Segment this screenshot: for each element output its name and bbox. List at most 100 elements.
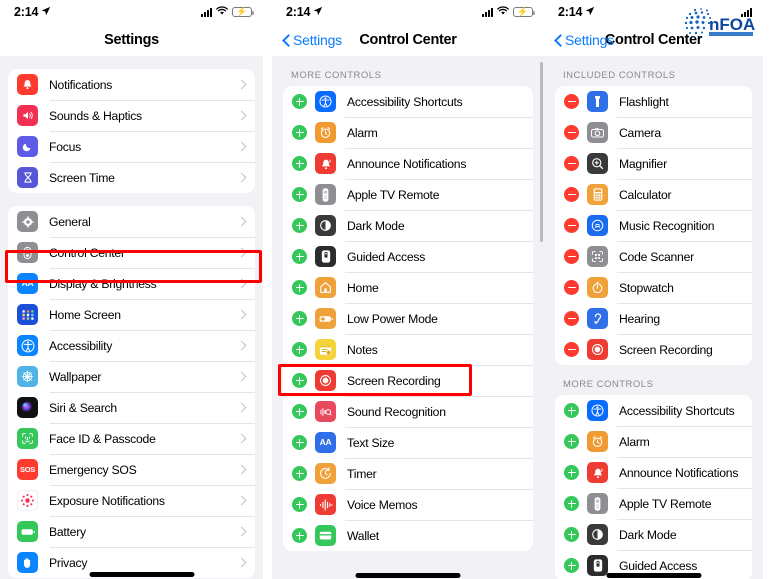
remove-control-button[interactable] bbox=[564, 156, 579, 171]
cc-row-screen-recording[interactable]: Screen Recording bbox=[283, 365, 533, 396]
add-control-button[interactable] bbox=[292, 187, 307, 202]
cc-row-music-recognition[interactable]: Music Recognition bbox=[555, 210, 752, 241]
settings-row-focus[interactable]: Focus bbox=[8, 131, 255, 162]
settings-row-general[interactable]: General bbox=[8, 206, 255, 237]
settings-row-siri-search[interactable]: Siri & Search bbox=[8, 392, 255, 423]
back-button-label: Settings bbox=[565, 32, 614, 48]
location-arrow-icon bbox=[41, 3, 51, 21]
remove-control-button[interactable] bbox=[564, 311, 579, 326]
cc-row-dark-mode[interactable]: Dark Mode bbox=[283, 210, 533, 241]
cc-row-low-power-mode[interactable]: Low Power Mode bbox=[283, 303, 533, 334]
add-control-button[interactable] bbox=[292, 528, 307, 543]
settings-row-display-brightness[interactable]: AA Display & Brightness bbox=[8, 268, 255, 299]
remove-control-button[interactable] bbox=[564, 249, 579, 264]
add-control-button[interactable] bbox=[564, 434, 579, 449]
phone-panel-control-center-included: 2:14 Settings Control Center INCLUDED CO… bbox=[544, 0, 763, 579]
settings-row-screen-time[interactable]: Screen Time bbox=[8, 162, 255, 193]
add-control-button[interactable] bbox=[292, 435, 307, 450]
add-control-button[interactable] bbox=[292, 125, 307, 140]
cc-row-magnifier[interactable]: Magnifier bbox=[555, 148, 752, 179]
add-control-button[interactable] bbox=[292, 249, 307, 264]
cc-row-wallet[interactable]: Wallet bbox=[283, 520, 533, 551]
add-control-button[interactable] bbox=[292, 466, 307, 481]
cc-row-announce-notifications[interactable]: Announce Notifications bbox=[283, 148, 533, 179]
cc-row-calculator[interactable]: Calculator bbox=[555, 179, 752, 210]
cc-row-accessibility-shortcuts-3[interactable]: Accessibility Shortcuts bbox=[555, 395, 752, 426]
cc-row-label: Flashlight bbox=[619, 94, 669, 109]
cc-row-notes[interactable]: Notes bbox=[283, 334, 533, 365]
add-control-button[interactable] bbox=[292, 497, 307, 512]
cc-row-accessibility-shortcuts[interactable]: Accessibility Shortcuts bbox=[283, 86, 533, 117]
cc-row-text-size[interactable]: AA Text Size bbox=[283, 427, 533, 458]
settings-row-label: Wallpaper bbox=[49, 369, 102, 384]
back-button-settings[interactable]: Settings bbox=[282, 32, 342, 48]
remove-control-button[interactable] bbox=[564, 125, 579, 140]
add-control-button[interactable] bbox=[292, 342, 307, 357]
cc-row-apple-tv-remote-3[interactable]: Apple TV Remote bbox=[555, 488, 752, 519]
add-control-button[interactable] bbox=[292, 280, 307, 295]
cc-row-apple-tv-remote[interactable]: Apple TV Remote bbox=[283, 179, 533, 210]
cc-row-guided-access[interactable]: Guided Access bbox=[283, 241, 533, 272]
cc-row-label: Accessibility Shortcuts bbox=[619, 403, 735, 418]
cc-row-stopwatch[interactable]: Stopwatch bbox=[555, 272, 752, 303]
back-button-settings[interactable]: Settings bbox=[554, 32, 614, 48]
settings-row-exposure-notifications[interactable]: Exposure Notifications bbox=[8, 485, 255, 516]
add-control-button[interactable] bbox=[292, 94, 307, 109]
settings-row-control-center[interactable]: Control Center bbox=[8, 237, 255, 268]
cc-row-announce-notifications-3[interactable]: Announce Notifications bbox=[555, 457, 752, 488]
included-controls-scroll[interactable]: INCLUDED CONTROLS Flashlight Camera Magn… bbox=[544, 56, 763, 579]
chevron-left-icon bbox=[282, 34, 290, 47]
add-control-button[interactable] bbox=[292, 311, 307, 326]
cellular-bars-icon bbox=[741, 7, 752, 17]
add-control-button[interactable] bbox=[564, 558, 579, 573]
add-control-button[interactable] bbox=[564, 403, 579, 418]
cc-row-code-scanner[interactable]: Code Scanner bbox=[555, 241, 752, 272]
settings-row-accessibility[interactable]: Accessibility bbox=[8, 330, 255, 361]
settings-row-sounds-haptics[interactable]: Sounds & Haptics bbox=[8, 100, 255, 131]
add-control-button[interactable] bbox=[564, 465, 579, 480]
settings-group-1: Notifications Sounds & Haptics Focus Scr… bbox=[8, 69, 255, 193]
add-control-button[interactable] bbox=[292, 156, 307, 171]
settings-list-scroll[interactable]: Notifications Sounds & Haptics Focus Scr… bbox=[0, 56, 263, 579]
add-control-button[interactable] bbox=[292, 404, 307, 419]
settings-row-label: Display & Brightness bbox=[49, 276, 157, 291]
low-power-mode-icon bbox=[315, 308, 336, 329]
settings-row-label: Battery bbox=[49, 524, 86, 539]
status-right-cluster: ⚡ bbox=[482, 3, 535, 21]
settings-row-notifications[interactable]: Notifications bbox=[8, 69, 255, 100]
cc-row-flashlight[interactable]: Flashlight bbox=[555, 86, 752, 117]
settings-row-emergency-sos[interactable]: SOS Emergency SOS bbox=[8, 454, 255, 485]
cc-row-alarm[interactable]: Alarm bbox=[283, 117, 533, 148]
more-controls-scroll[interactable]: MORE CONTROLS Accessibility Shortcuts Al… bbox=[272, 56, 544, 579]
remove-control-button[interactable] bbox=[564, 94, 579, 109]
camera-icon bbox=[587, 122, 608, 143]
scroll-indicator-2[interactable] bbox=[540, 62, 543, 242]
cc-row-home[interactable]: Home bbox=[283, 272, 533, 303]
settings-row-wallpaper[interactable]: Wallpaper bbox=[8, 361, 255, 392]
cc-row-hearing[interactable]: Hearing bbox=[555, 303, 752, 334]
cc-row-camera[interactable]: Camera bbox=[555, 117, 752, 148]
remove-control-button[interactable] bbox=[564, 280, 579, 295]
cc-row-screen-recording-included[interactable]: Screen Recording bbox=[555, 334, 752, 365]
settings-row-battery[interactable]: Battery bbox=[8, 516, 255, 547]
cc-row-label: Camera bbox=[619, 125, 661, 140]
accessibility-icon bbox=[587, 400, 608, 421]
flashlight-icon bbox=[587, 91, 608, 112]
cc-row-label: Screen Recording bbox=[347, 373, 441, 388]
remove-control-button[interactable] bbox=[564, 342, 579, 357]
remove-control-button[interactable] bbox=[564, 218, 579, 233]
settings-row-label: Control Center bbox=[49, 245, 125, 260]
cc-row-voice-memos[interactable]: Voice Memos bbox=[283, 489, 533, 520]
settings-row-home-screen[interactable]: Home Screen bbox=[8, 299, 255, 330]
chevron-right-icon bbox=[238, 141, 245, 152]
remove-control-button[interactable] bbox=[564, 187, 579, 202]
add-control-button[interactable] bbox=[564, 527, 579, 542]
add-control-button[interactable] bbox=[292, 373, 307, 388]
cc-row-alarm-3[interactable]: Alarm bbox=[555, 426, 752, 457]
add-control-button[interactable] bbox=[564, 496, 579, 511]
settings-row-face-id-passcode[interactable]: Face ID & Passcode bbox=[8, 423, 255, 454]
add-control-button[interactable] bbox=[292, 218, 307, 233]
cc-row-dark-mode-3[interactable]: Dark Mode bbox=[555, 519, 752, 550]
cc-row-timer[interactable]: Timer bbox=[283, 458, 533, 489]
cc-row-sound-recognition[interactable]: Sound Recognition bbox=[283, 396, 533, 427]
